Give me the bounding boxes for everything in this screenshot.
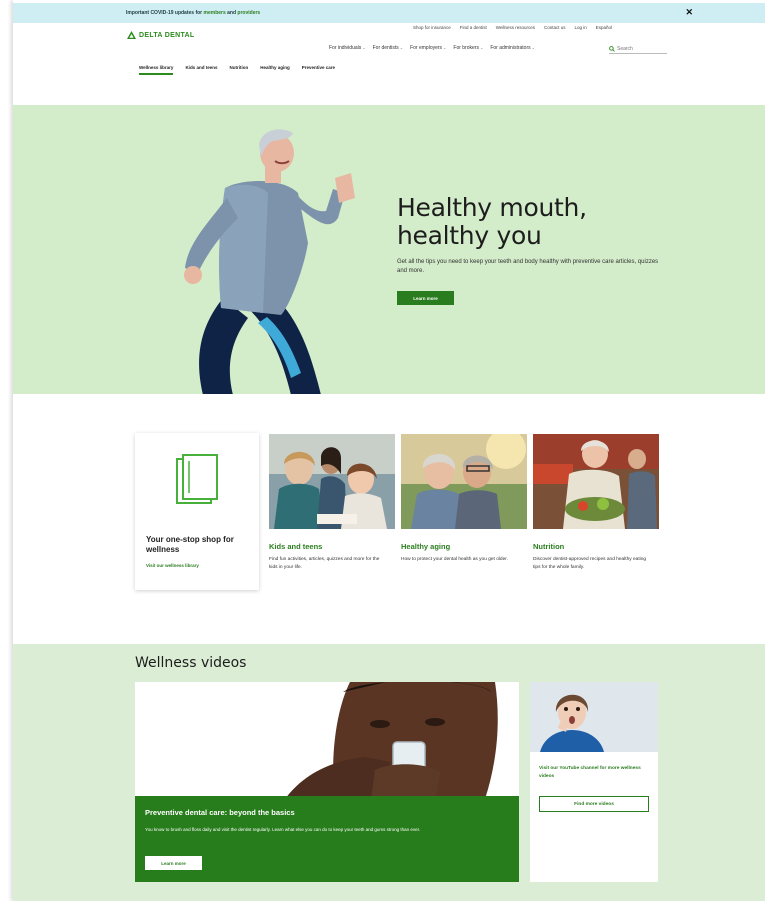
nav-label: For administrators [490,45,531,51]
utility-nav: Shop for insurance Find a dentist Wellne… [413,25,612,30]
chevron-down-icon: ⌄ [479,45,484,50]
util-link[interactable]: Wellness resources [496,25,535,30]
nav-item-administrators[interactable]: For administrators⌄ [490,45,535,51]
kids-teens-image [269,434,395,529]
announcement-bar: Important COVID-19 updates for members a… [13,3,765,23]
nav-label: For employers [410,45,443,51]
util-link[interactable]: Contact us [544,25,566,30]
nav-item-employers[interactable]: For employers⌄ [410,45,446,51]
nav-label: For individuals [329,45,362,51]
subnav-wellness-library[interactable]: Wellness library [139,65,174,75]
chevron-down-icon: ⌄ [399,45,404,50]
announcement-label: Important COVID-19 updates for [126,10,204,16]
nav-item-individuals[interactable]: For individuals⌄ [329,45,366,51]
chevron-down-icon: ⌄ [362,45,366,50]
util-link[interactable]: Shop for insurance [413,25,451,30]
announcement-text: Important COVID-19 updates for members a… [126,10,260,16]
announcement-conj: and [225,10,238,16]
subnav-nutrition[interactable]: Nutrition [229,65,248,75]
main-nav: For individuals⌄ For dentists⌄ For emplo… [329,45,535,51]
card-text: Find fun activities, articles, quizzes a… [269,557,380,570]
wellness-subnav: Wellness library Kids and teens Nutritio… [139,65,335,75]
featured-video-panel: Preventive dental care: beyond the basic… [135,796,519,882]
intro-card-title: Your one-stop shop for wellness [146,535,234,554]
featured-video-card[interactable]: Preventive dental care: beyond the basic… [135,682,519,882]
card-text: Discover dentist-approved recipes and he… [533,557,647,570]
man-drinking-water-image [135,682,519,799]
search-placeholder: Search [617,45,633,52]
nutrition-card[interactable]: Nutrition Discover dentist-approved reci… [533,434,659,572]
hero-banner: Healthy mouth, healthy you Get all the t… [13,105,765,394]
search-icon [609,45,615,52]
learn-more-button[interactable]: Learn more [397,291,454,305]
card-title: Nutrition [533,542,565,551]
youtube-promo-text: Visit our YouTube channel for more welln… [539,766,641,779]
nav-item-brokers[interactable]: For brokers⌄ [453,45,483,51]
hero-title-line1: Healthy mouth, [397,193,587,222]
healthy-aging-card[interactable]: Healthy aging How to protect your dental… [401,434,527,564]
nav-label: For brokers [453,45,479,51]
nutrition-image [533,434,659,529]
util-link[interactable]: Find a dentist [460,25,487,30]
wellness-videos-section: Wellness videos Preventive dental care: … [13,644,765,901]
videos-heading: Wellness videos [135,655,247,671]
subnav-preventive-care[interactable]: Preventive care [302,65,335,75]
hero-title-line2: healthy you [397,221,542,250]
delta-logo-icon [127,31,136,39]
nav-item-dentists[interactable]: For dentists⌄ [373,45,403,51]
featured-learn-more-button[interactable]: Learn more [145,856,202,870]
chevron-down-icon: ⌄ [531,45,535,50]
browser-page: Important COVID-19 updates for members a… [13,0,765,901]
find-more-videos-button[interactable]: Find more videos [539,796,649,812]
members-link[interactable]: members [204,10,226,16]
featured-video-text: You know to brush and floss daily and vi… [145,827,421,832]
card-title: Kids and teens [269,542,323,551]
wellness-library-link[interactable]: Visit our wellness library [146,563,199,568]
kids-teens-card[interactable]: Kids and teens Find fun activities, arti… [269,434,395,572]
brand-name: DELTA DENTAL [139,31,195,39]
hero-title: Healthy mouth, healthy you [397,194,587,250]
chevron-down-icon: ⌄ [443,45,447,50]
featured-video-title: Preventive dental care: beyond the basic… [145,808,295,817]
hero-description: Get all the tips you need to keep your t… [397,259,659,274]
book-icon [176,454,218,504]
card-text: How to protect your dental health as you… [401,557,508,562]
woman-toothache-image [530,682,658,752]
util-link[interactable]: Log in [575,25,587,30]
hero-runner-image [184,129,355,394]
search-input[interactable]: Search [609,44,667,54]
close-icon[interactable]: ✕ [685,7,693,18]
subnav-kids-teens[interactable]: Kids and teens [185,65,217,75]
delta-dental-logo[interactable]: DELTA DENTAL [127,31,194,39]
healthy-aging-image [401,434,527,529]
youtube-promo-card: Visit our YouTube channel for more welln… [530,682,658,882]
util-link[interactable]: Español [596,25,612,30]
card-title: Healthy aging [401,542,451,551]
wellness-library-card[interactable]: Your one-stop shop for wellness Visit ou… [135,433,259,590]
subnav-healthy-aging[interactable]: Healthy aging [260,65,290,75]
providers-link[interactable]: providers [237,10,260,16]
nav-label: For dentists [372,45,399,51]
